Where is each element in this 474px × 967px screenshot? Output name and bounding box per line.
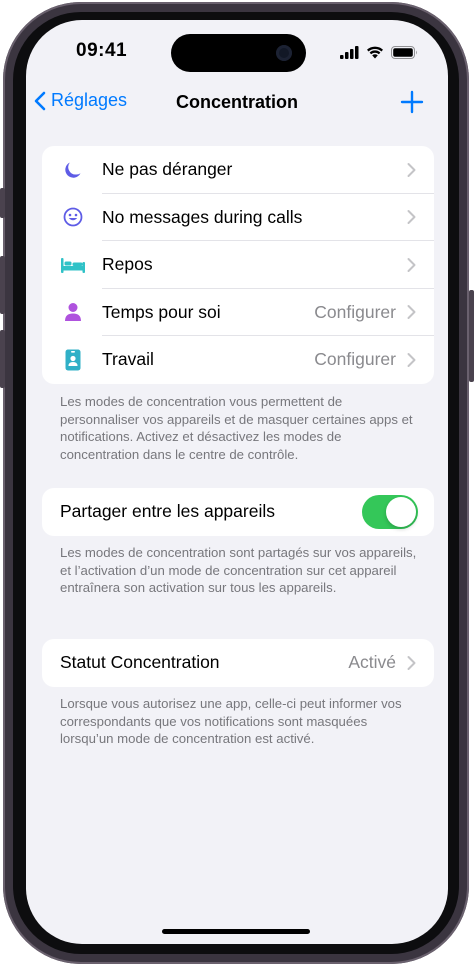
chevron-right-icon [407, 305, 416, 320]
volume-up-button [0, 256, 5, 314]
focus-status-value: Activé [348, 652, 396, 673]
focus-mode-row-no-messages[interactable]: No messages during calls [42, 194, 434, 241]
share-across-devices-label: Partager entre les appareils [60, 501, 275, 522]
page-title: Concentration [175, 92, 298, 112]
dynamic-island [171, 34, 306, 72]
bed-icon [60, 254, 86, 276]
focus-mode-row-work[interactable]: Travail Configurer [42, 336, 434, 384]
chevron-right-icon [407, 257, 416, 272]
status-settings-group: Statut Concentration Activé [42, 639, 434, 687]
focus-mode-row-repos[interactable]: Repos [42, 241, 434, 289]
focus-status-label: Statut Concentration [60, 652, 220, 673]
focus-mode-label: Repos [102, 254, 153, 275]
status-time: 09:41 [76, 40, 128, 61]
share-across-devices-toggle[interactable] [362, 494, 418, 529]
volume-down-button [0, 330, 5, 388]
focus-mode-row-personal[interactable]: Temps pour soi Configurer [42, 289, 434, 336]
focus-mode-row-dnd[interactable]: Ne pas déranger [42, 146, 434, 194]
status-footnote: Lorsque vous autorisez une app, celle-ci… [60, 696, 402, 746]
front-camera [276, 45, 292, 61]
chevron-right-icon [407, 352, 416, 367]
focus-modes-list: Ne pas déranger No messages during calls [42, 146, 434, 384]
power-button [469, 290, 474, 382]
badge-icon [62, 349, 84, 371]
focus-mode-label: Travail [102, 349, 154, 370]
focus-status-row[interactable]: Statut Concentration Activé [42, 639, 434, 687]
share-footnote: Les modes de concentration sont partagés… [60, 545, 417, 595]
action-button [0, 188, 5, 218]
share-across-devices-row: Partager entre les appareils [42, 488, 434, 536]
status-icons [340, 44, 418, 60]
chevron-right-icon [407, 162, 416, 177]
battery-icon [391, 45, 417, 59]
focus-mode-label: Temps pour soi [102, 301, 221, 322]
smiley-icon [62, 206, 84, 228]
wifi-icon [367, 46, 383, 58]
moon-icon [62, 159, 84, 181]
focus-mode-label: No messages during calls [102, 206, 303, 227]
focus-mode-label: Ne pas déranger [102, 159, 233, 180]
share-settings-group: Partager entre les appareils [42, 488, 434, 536]
person-icon [62, 301, 84, 323]
cellular-signal-icon [340, 45, 359, 59]
home-indicator[interactable] [162, 929, 310, 934]
focus-mode-value: Configurer [314, 301, 396, 322]
plus-icon[interactable] [400, 90, 424, 114]
focus-modes-footnote: Les modes de concentration vous permette… [60, 394, 413, 462]
toggle-knob [386, 496, 416, 527]
chevron-right-icon [407, 210, 416, 225]
focus-mode-value: Configurer [314, 349, 396, 370]
screen: 09:41 Réglages Concentration Ne pas déra… [26, 20, 448, 944]
chevron-right-icon [407, 655, 416, 670]
